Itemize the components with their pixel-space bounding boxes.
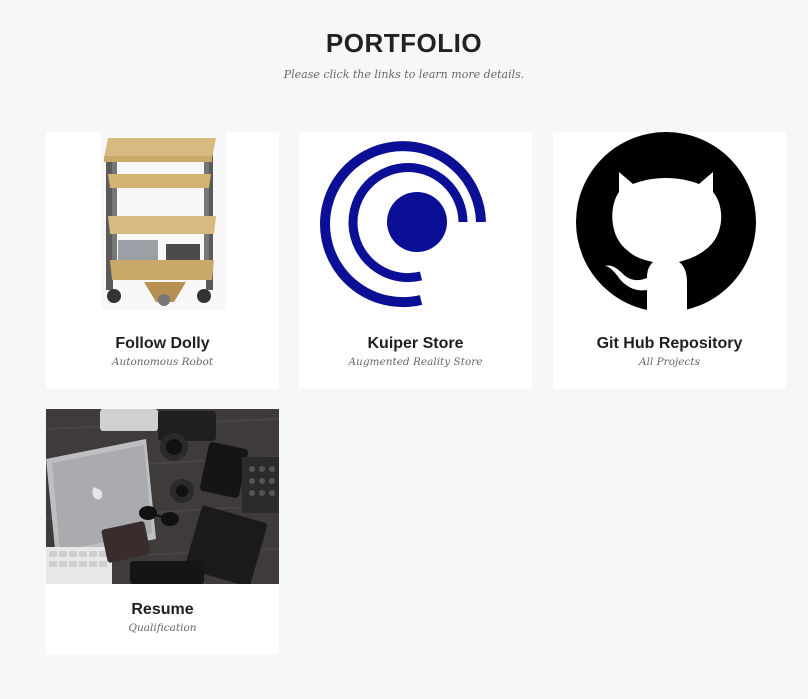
- card-subtitle: Qualification: [128, 622, 197, 634]
- card-subtitle: All Projects: [638, 356, 700, 368]
- follow-dolly-thumbnail[interactable]: [46, 132, 279, 310]
- portfolio-card-follow-dolly[interactable]: Follow Dolly Autonomous Robot: [46, 132, 279, 389]
- page-title: PORTFOLIO: [325, 28, 483, 58]
- portfolio-card-github-repository[interactable]: Git Hub Repository All Projects: [553, 132, 786, 389]
- card-title[interactable]: Follow Dolly: [46, 335, 279, 353]
- github-octocat-icon: [553, 132, 786, 310]
- portfolio-card-kuiper-store[interactable]: Kuiper Store Augmented Reality Store: [299, 132, 532, 389]
- github-thumbnail[interactable]: [553, 132, 786, 310]
- page-subtitle: Please click the links to learn more det…: [283, 68, 525, 81]
- kuiper-logo-icon: [299, 132, 532, 310]
- card-title[interactable]: Git Hub Repository: [553, 335, 786, 353]
- kuiper-store-thumbnail[interactable]: [299, 132, 532, 310]
- portfolio-page: PORTFOLIO Please click the links to lear…: [0, 0, 808, 699]
- desk-photo-image: [46, 409, 279, 584]
- card-title[interactable]: Resume: [46, 601, 279, 619]
- card-subtitle: Autonomous Robot: [111, 356, 214, 368]
- robot-cart-image: [46, 132, 279, 310]
- portfolio-card-resume[interactable]: Resume Qualification: [46, 409, 279, 654]
- card-subtitle: Augmented Reality Store: [348, 356, 483, 368]
- card-title[interactable]: Kuiper Store: [299, 335, 532, 353]
- resume-thumbnail[interactable]: [46, 409, 279, 584]
